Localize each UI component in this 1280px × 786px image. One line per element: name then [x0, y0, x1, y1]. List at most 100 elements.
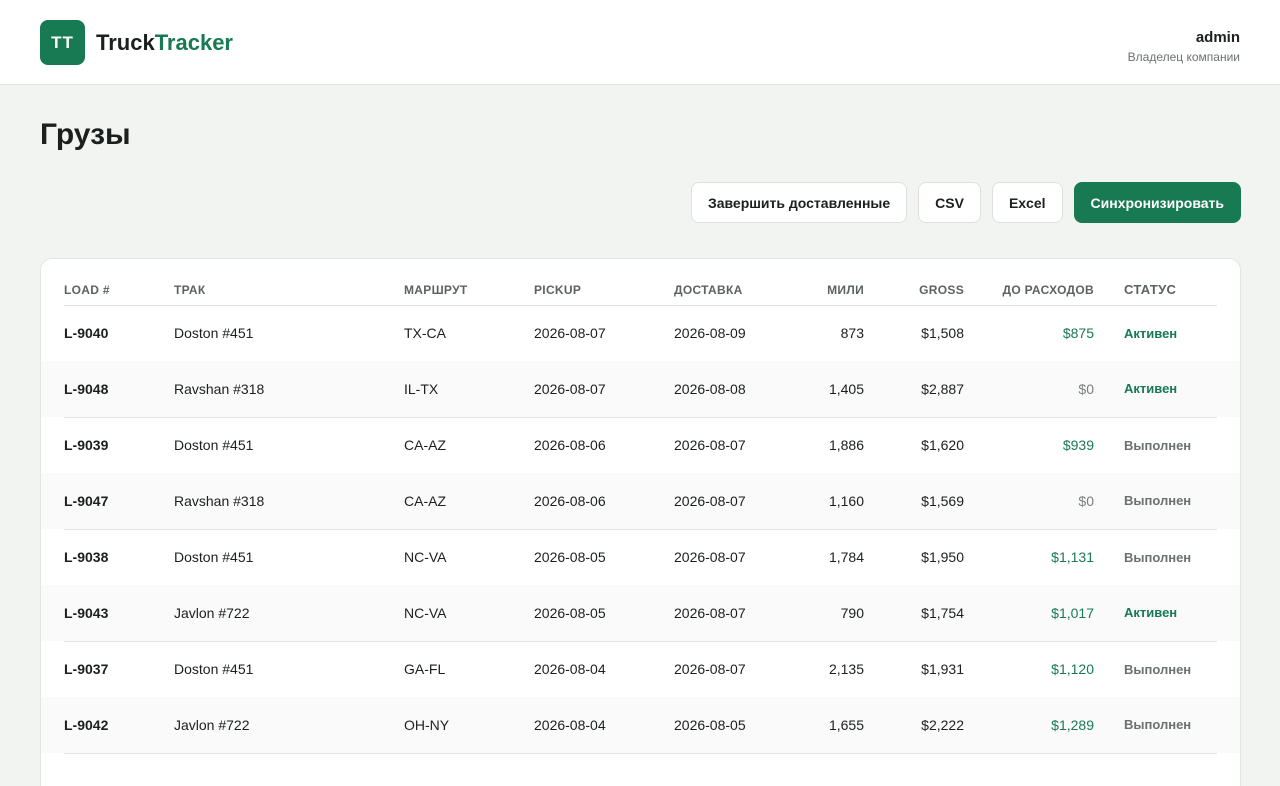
cell-load[interactable]: L-9040: [64, 305, 174, 361]
row-spacer: [1217, 585, 1240, 641]
user-role: Владелец компании: [1127, 50, 1240, 64]
cell-delivery: 2026-08-07: [674, 549, 746, 566]
cell-load[interactable]: L-9042: [64, 697, 174, 754]
brand-part-truck: Truck: [96, 30, 155, 55]
row-spacer: [1217, 417, 1240, 473]
user-menu[interactable]: admin Владелец компании: [1128, 28, 1240, 65]
cell-miles: 1,405: [784, 361, 864, 418]
cell-miles: 1,784: [828, 549, 864, 566]
header-gross[interactable]: GROSS: [864, 259, 964, 306]
cell-miles: 2,135: [828, 661, 864, 678]
row-spacer: [41, 697, 64, 753]
brand-name[interactable]: TruckTracker: [96, 29, 233, 57]
page-title: Грузы: [40, 118, 131, 151]
cell-net: $0: [964, 473, 1094, 530]
cell-delivery: 2026-08-05: [674, 697, 784, 754]
cell-truck: Ravshan #318: [174, 361, 404, 418]
table-row[interactable]: L-9038 Doston #451 NC-VA 2026-08-05 2026-08-…: [41, 529, 1240, 585]
cell-truck: Doston #451: [174, 661, 254, 678]
cell-status: Активен: [1094, 585, 1217, 642]
export-csv-button[interactable]: CSV: [918, 182, 981, 223]
table-row[interactable]: L-9042 Javlon #722 OH-NY 2026-08-04 2026-08-…: [41, 697, 1240, 754]
table-row[interactable]: L-9040 Doston #451 TX-CA 2026-08-07 2026-08-…: [41, 305, 1240, 361]
cell-status: Выполнен: [1124, 437, 1192, 453]
cell-route: NC-VA: [404, 585, 534, 642]
cell-pickup: 2026-08-07: [534, 325, 606, 342]
header-spacer: [1217, 259, 1240, 305]
table-row[interactable]: L-9048 Ravshan #318 IL-TX 2026-08-07 2026-08…: [41, 361, 1240, 418]
cell-gross: $1,620: [921, 437, 964, 454]
cell-miles: 1,655: [784, 697, 864, 754]
cell-truck: Doston #451: [174, 437, 254, 454]
cell-gross: $1,931: [921, 661, 964, 678]
row-spacer: [41, 585, 64, 641]
row-spacer: [1217, 641, 1240, 697]
cell-status: Выполнен: [1124, 661, 1192, 677]
cell-status: Активен: [1124, 325, 1178, 341]
cell-load[interactable]: L-9048: [64, 361, 174, 418]
cell-route: CA-AZ: [404, 437, 446, 454]
cell-load[interactable]: L-9043: [64, 585, 174, 642]
cell-route: OH-NY: [404, 697, 534, 754]
cell-truck: Doston #451: [174, 325, 254, 342]
table-header-row: LOAD # ТРАК МАРШРУТ PICKUP ДОСТАВКА МИЛИ…: [41, 259, 1240, 306]
cell-net: $875: [1062, 325, 1094, 342]
cell-net: $1,289: [964, 697, 1094, 754]
cell-miles: 1,160: [784, 473, 864, 530]
header-net[interactable]: ДО РАСХОДОВ: [964, 259, 1094, 306]
loads-table: LOAD # ТРАК МАРШРУТ PICKUP ДОСТАВКА МИЛИ…: [41, 259, 1240, 754]
cell-load[interactable]: L-9037: [64, 641, 174, 697]
cell-load[interactable]: L-9047: [64, 473, 174, 530]
complete-delivered-button[interactable]: Завершить доставленные: [690, 182, 908, 223]
cell-delivery: 2026-08-07: [674, 437, 746, 454]
cell-truck: Javlon #722: [174, 697, 404, 754]
loads-table-card: LOAD # ТРАК МАРШРУТ PICKUP ДОСТАВКА МИЛИ…: [40, 258, 1241, 786]
cell-route: IL-TX: [404, 361, 534, 418]
cell-net: $1,120: [1051, 661, 1094, 678]
cell-pickup: 2026-08-06: [534, 437, 606, 454]
cell-net: $1,017: [964, 585, 1094, 642]
export-excel-button[interactable]: Excel: [991, 182, 1063, 223]
cell-delivery: 2026-08-07: [674, 661, 746, 678]
cell-pickup: 2026-08-06: [534, 473, 674, 530]
cell-gross: $1,754: [864, 585, 964, 642]
logo-badge[interactable]: TT: [40, 20, 85, 65]
cell-load[interactable]: L-9038: [64, 529, 174, 585]
table-row[interactable]: L-9037 Doston #451 GA-FL 2026-08-04 2026-08-…: [41, 641, 1240, 697]
header-miles[interactable]: МИЛИ: [784, 259, 864, 306]
table-body: L-9040 Doston #451 TX-CA 2026-08-07 2026-08-…: [41, 305, 1240, 754]
sync-button[interactable]: Синхронизировать: [1073, 182, 1241, 223]
cell-route: NC-VA: [404, 549, 447, 566]
header-pickup[interactable]: PICKUP: [534, 259, 674, 306]
table-row[interactable]: L-9047 Ravshan #318 CA-AZ 2026-08-06 2026-08…: [41, 473, 1240, 530]
row-spacer: [1217, 473, 1240, 529]
table-row[interactable]: L-9043 Javlon #722 NC-VA 2026-08-05 2026-08-…: [41, 585, 1240, 642]
cell-status: Выполнен: [1094, 697, 1217, 754]
cell-pickup: 2026-08-05: [534, 549, 606, 566]
cell-status: Выполнен: [1124, 549, 1192, 565]
header-delivery[interactable]: ДОСТАВКА: [674, 259, 784, 306]
cell-truck: Ravshan #318: [174, 473, 404, 530]
row-spacer: [1217, 305, 1240, 361]
cell-pickup: 2026-08-04: [534, 661, 606, 678]
header-spacer: [41, 259, 64, 305]
brand-part-tracker: Tracker: [154, 30, 233, 55]
row-spacer: [1217, 361, 1240, 417]
cell-net: $939: [1062, 437, 1094, 454]
cell-route: TX-CA: [404, 325, 446, 342]
cell-delivery: 2026-08-08: [674, 361, 784, 418]
header-truck[interactable]: ТРАК: [174, 259, 404, 306]
cell-route: GA-FL: [404, 661, 446, 678]
row-spacer: [1217, 529, 1240, 585]
cell-delivery: 2026-08-07: [674, 473, 784, 530]
header-route[interactable]: МАРШРУТ: [404, 259, 534, 306]
header-status[interactable]: СТАТУС: [1094, 259, 1217, 306]
row-spacer: [41, 361, 64, 417]
cell-pickup: 2026-08-04: [534, 697, 674, 754]
cell-route: CA-AZ: [404, 473, 534, 530]
cell-gross: $1,569: [864, 473, 964, 530]
table-row[interactable]: L-9039 Doston #451 CA-AZ 2026-08-06 2026-08-…: [41, 417, 1240, 473]
cell-load[interactable]: L-9039: [64, 417, 174, 473]
row-spacer: [41, 305, 64, 361]
header-load[interactable]: LOAD #: [64, 259, 174, 306]
